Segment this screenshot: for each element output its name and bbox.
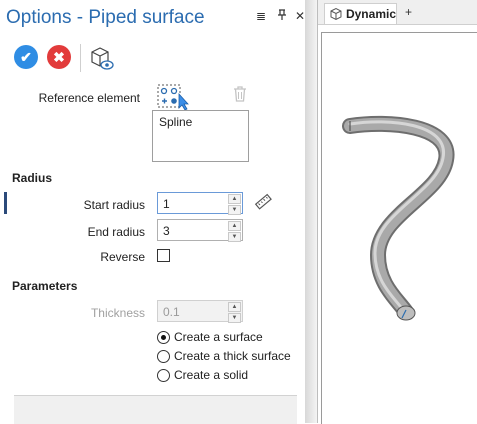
radio-button[interactable] (157, 368, 170, 382)
spin-down-icon[interactable]: ▼ (228, 205, 241, 215)
end-radius-input[interactable]: 3 ▲ ▼ (157, 219, 243, 242)
panel-footer (14, 395, 297, 424)
thickness-value: 0.1 (163, 305, 180, 319)
preview-cube-icon[interactable] (88, 45, 114, 71)
thickness-input: 0.1 ▲ ▼ (157, 300, 243, 323)
create-thick-surface-option[interactable]: Create a thick surface (157, 349, 291, 363)
end-radius-label: End radius (87, 225, 145, 239)
spin-up-icon: ▲ (228, 302, 241, 312)
list-item[interactable]: Spline (153, 111, 248, 129)
radius-section-heading: Radius (12, 171, 53, 185)
start-radius-input[interactable]: 1 ▲ ▼ (157, 192, 243, 215)
active-field-marker (4, 192, 7, 214)
parameters-section-heading: Parameters (12, 279, 78, 293)
create-surface-option[interactable]: Create a surface (157, 330, 263, 344)
measure-ruler-icon[interactable] (254, 193, 272, 211)
select-reference-icon[interactable] (157, 84, 191, 110)
reverse-label: Reverse (100, 250, 145, 264)
trash-icon[interactable] (233, 86, 247, 102)
thickness-label: Thickness (90, 306, 145, 320)
spin-down-icon: ▼ (228, 313, 241, 323)
close-icon[interactable]: ✕ (295, 9, 305, 23)
ok-button[interactable]: ✔ (14, 45, 38, 69)
reference-element-label: Reference element (38, 91, 140, 105)
options-panel: Options - Piped surface ≣ ✕ ✔ ✖ Referenc… (0, 0, 305, 424)
spin-down-icon[interactable]: ▼ (228, 232, 241, 242)
spin-up-icon[interactable]: ▲ (228, 221, 241, 231)
viewport-area[interactable]: Dynamic + (317, 0, 477, 424)
panel-title: Options - Piped surface (6, 7, 205, 28)
create-surface-label: Create a surface (174, 330, 263, 344)
start-radius-label: Start radius (83, 198, 145, 212)
menu-icon[interactable]: ≣ (256, 9, 266, 23)
thickness-spinner: ▲ ▼ (228, 302, 241, 323)
create-solid-label: Create a solid (174, 368, 249, 382)
pin-glyph (278, 9, 286, 20)
cancel-button[interactable]: ✖ (47, 45, 71, 69)
reverse-checkbox[interactable] (157, 249, 170, 262)
end-radius-value: 3 (163, 224, 170, 238)
spin-up-icon[interactable]: ▲ (228, 194, 241, 204)
create-solid-option[interactable]: Create a solid (157, 368, 248, 382)
start-radius-value: 1 (163, 197, 170, 211)
radio-button[interactable] (157, 349, 170, 363)
pin-icon[interactable] (277, 9, 287, 24)
create-thick-surface-label: Create a thick surface (174, 349, 291, 363)
end-radius-spinner[interactable]: ▲ ▼ (228, 221, 241, 242)
radio-button[interactable] (157, 330, 170, 344)
toolbar-separator (80, 44, 81, 72)
start-radius-spinner[interactable]: ▲ ▼ (228, 194, 241, 215)
reference-element-list[interactable]: Spline (152, 110, 249, 162)
splitter[interactable] (305, 0, 317, 423)
piped-surface-model[interactable] (318, 0, 477, 423)
